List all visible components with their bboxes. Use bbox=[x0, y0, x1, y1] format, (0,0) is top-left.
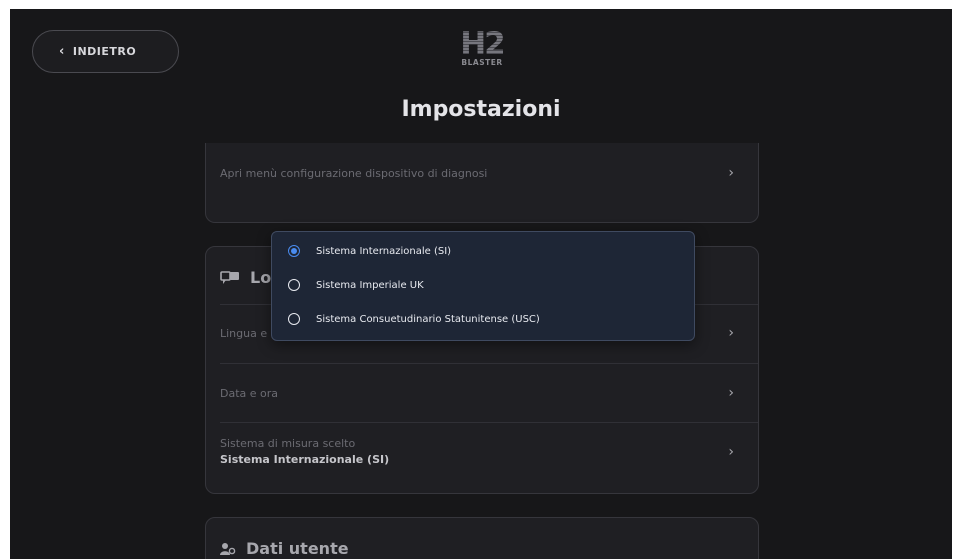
user-settings-icon bbox=[220, 542, 236, 555]
back-button[interactable]: ‹ INDIETRO bbox=[32, 30, 179, 73]
chevron-right-icon: › bbox=[728, 385, 734, 401]
chevron-right-icon: › bbox=[728, 443, 734, 460]
chevron-right-icon: › bbox=[728, 325, 734, 341]
user-section-header: Dati utente bbox=[220, 539, 349, 558]
option-si[interactable]: Sistema Internazionale (SI) bbox=[288, 245, 451, 257]
measure-system-row[interactable]: Sistema di misura scelto Sistema Interna… bbox=[220, 437, 744, 466]
app-screen: ‹ INDIETRO H2 BLASTER Impostazioni Apri … bbox=[10, 9, 952, 559]
user-data-card: Dati utente bbox=[205, 517, 759, 559]
back-button-label: INDIETRO bbox=[72, 45, 137, 58]
page-title: Impostazioni bbox=[401, 97, 561, 122]
measure-system-label: Sistema di misura scelto bbox=[220, 437, 356, 450]
option-usc[interactable]: Sistema Consuetudinario Statunitense (US… bbox=[288, 313, 540, 325]
divider bbox=[220, 422, 758, 423]
language-chat-icon bbox=[220, 270, 239, 284]
language-row-label: Lingua e bbox=[220, 326, 268, 340]
radio-selected-icon[interactable] bbox=[288, 245, 300, 257]
option-si-label: Sistema Internazionale (SI) bbox=[316, 245, 452, 257]
option-uk[interactable]: Sistema Imperiale UK bbox=[288, 279, 424, 291]
logo-sub-text: BLASTER bbox=[461, 58, 503, 67]
date-time-row[interactable]: Data e ora › bbox=[220, 385, 744, 401]
radio-empty-icon[interactable] bbox=[288, 279, 300, 291]
chevron-left-icon: ‹ bbox=[59, 44, 65, 59]
language-section-header: Lo bbox=[220, 268, 271, 287]
language-section-title: Lo bbox=[250, 268, 272, 287]
device-config-card: Apri menù configurazione dispositivo di … bbox=[205, 143, 759, 223]
device-config-row[interactable]: Apri menù configurazione dispositivo di … bbox=[220, 165, 744, 181]
date-time-row-label: Data e ora bbox=[220, 386, 279, 400]
divider bbox=[220, 363, 758, 364]
radio-empty-icon[interactable] bbox=[288, 313, 300, 325]
measure-system-popup: Sistema Internazionale (SI) Sistema Impe… bbox=[271, 231, 695, 341]
h2-blaster-logo: H2 BLASTER bbox=[451, 29, 513, 77]
logo-main-text: H2 bbox=[460, 26, 505, 62]
device-config-label: Apri menù configurazione dispositivo di … bbox=[220, 166, 488, 180]
option-usc-label: Sistema Consuetudinario Statunitense (US… bbox=[316, 313, 540, 325]
option-uk-label: Sistema Imperiale UK bbox=[316, 279, 424, 291]
user-section-title: Dati utente bbox=[246, 539, 349, 558]
chevron-right-icon: › bbox=[728, 165, 734, 181]
measure-system-value: Sistema Internazionale (SI) bbox=[220, 453, 390, 466]
